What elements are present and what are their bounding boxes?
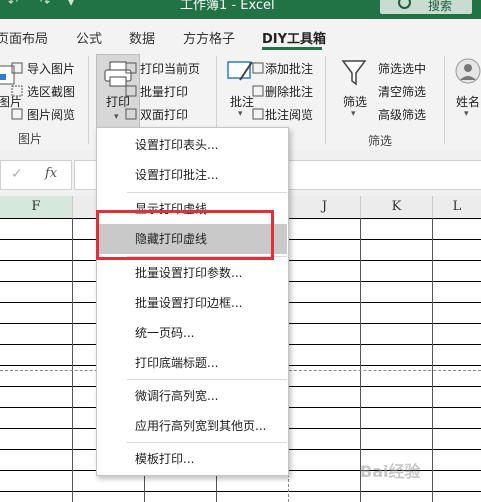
menu-item-print-footer-title[interactable]: 打印底端标题... [98, 348, 287, 378]
batch-print-button[interactable]: 批量打印 [140, 83, 188, 100]
tab-data[interactable]: 数据 [129, 28, 155, 47]
formula-controls: ✓ fx [0, 160, 72, 190]
group-separator [444, 56, 445, 144]
print-current-page-icon [125, 62, 137, 74]
menu-separator [127, 442, 287, 443]
name-button[interactable]: 姓名 [456, 93, 480, 110]
group-separator [325, 56, 326, 144]
search-box[interactable]: 搜索 [380, 0, 472, 14]
menu-item-apply-row-col-other-pages[interactable]: 应用行高列宽到其他页... [98, 411, 287, 441]
print-dropdown-menu: 设置打印表头... 设置打印批注... 显示打印虚线 隐藏打印虚线 批量设置打印… [96, 127, 289, 476]
title-bar: ↶ ↷ ▾ 工作簿1 - Excel 搜索 [0, 0, 481, 19]
function-icon[interactable]: fx [45, 166, 57, 181]
window-title: 工作簿1 - Excel [180, 0, 275, 13]
duplex-print-icon [125, 108, 137, 120]
search-icon [398, 0, 411, 9]
comment-button[interactable]: 批注 [230, 93, 254, 110]
redo-icon[interactable]: ↷ [40, 0, 50, 9]
tab-formulas[interactable]: 公式 [76, 28, 102, 47]
batch-print-icon [125, 85, 137, 97]
filter-icon [341, 60, 367, 86]
import-picture-button[interactable]: 导入图片 [27, 60, 75, 77]
print-current-page-button[interactable]: 打印当前页 [140, 60, 200, 77]
chevron-down-icon[interactable]: ▾ [464, 109, 469, 119]
menu-item-batch-print-borders[interactable]: 批量设置打印边框... [98, 288, 287, 318]
delete-comment-button[interactable]: 删除批注 [265, 83, 313, 100]
filter-button[interactable]: 筛选 [343, 93, 367, 110]
menu-item-unify-page-numbers[interactable]: 统一页码... [98, 318, 287, 348]
group-label-filter: 筛选 [368, 134, 393, 148]
group-separator [88, 56, 89, 144]
watermark: Bai经验 [360, 462, 421, 481]
browse-comment-icon [252, 108, 264, 120]
ribbon-tabs: 页面布局 公式 数据 方方格子 DIY工具箱 [0, 19, 481, 50]
clear-filter-button[interactable]: 清空筛选 [378, 83, 426, 100]
chevron-down-icon: ▾ [114, 112, 119, 122]
undo-icon[interactable]: ↶ [8, 0, 18, 9]
import-picture-icon [11, 62, 23, 74]
tab-fangfang[interactable]: 方方格子 [183, 28, 235, 47]
screenshot-icon [11, 85, 23, 97]
picture-browse-icon [11, 108, 23, 120]
quick-access-dropdown-icon[interactable]: ▾ [68, 0, 74, 9]
tab-page-layout[interactable]: 页面布局 [0, 28, 48, 47]
column-line [72, 218, 73, 502]
picture-browse-button[interactable]: 图片阅览 [27, 106, 75, 123]
chevron-down-icon[interactable]: ▾ [351, 109, 356, 119]
filter-selected-button[interactable]: 筛选选中 [378, 60, 426, 77]
column-line [432, 218, 433, 502]
menu-separator [127, 192, 287, 193]
search-label: 搜索 [428, 0, 453, 13]
person-icon [455, 58, 481, 84]
menu-item-batch-print-params[interactable]: 批量设置打印参数... [98, 258, 287, 288]
add-comment-icon [252, 62, 264, 74]
menu-item-template-print[interactable]: 模板打印... [98, 444, 287, 474]
advanced-filter-button[interactable]: 高级筛选 [378, 106, 426, 123]
tab-diy-toolbox[interactable]: DIY工具箱 [262, 28, 326, 47]
group-label-picture: 图片 [18, 132, 43, 146]
menu-separator [127, 379, 287, 380]
check-icon[interactable]: ✓ [11, 166, 23, 182]
menu-item-adjust-row-col[interactable]: 微调行高列宽... [98, 381, 287, 411]
add-comment-button[interactable]: 添加批注 [265, 60, 313, 77]
column-header-l[interactable]: L [433, 196, 481, 218]
column-header-j[interactable]: J [289, 196, 361, 218]
highlight-box [96, 210, 274, 260]
browse-comment-button[interactable]: 批注阅览 [265, 106, 313, 123]
region-screenshot-button[interactable]: 选区截图 [27, 83, 75, 100]
column-header-k[interactable]: K [361, 196, 433, 218]
chevron-down-icon[interactable]: ▾ [238, 109, 243, 119]
column-header-f[interactable]: F [0, 196, 73, 218]
menu-item-set-print-comment[interactable]: 设置打印批注... [98, 160, 287, 190]
duplex-print-button[interactable]: 双面打印 [140, 106, 188, 123]
menu-item-set-print-header[interactable]: 设置打印表头... [98, 130, 287, 160]
delete-comment-icon [252, 85, 264, 97]
